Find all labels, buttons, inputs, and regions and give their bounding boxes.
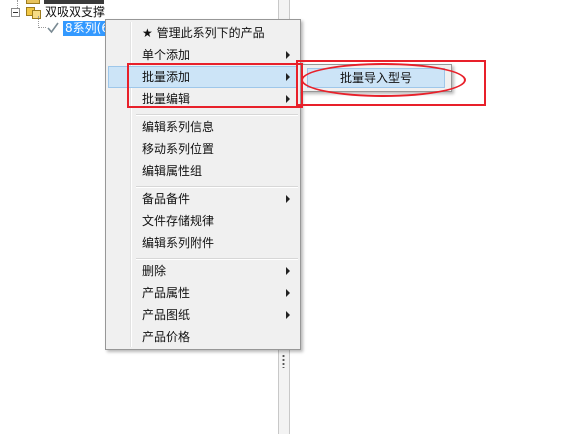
check-icon: [46, 21, 60, 35]
tree-node-parent[interactable]: 双吸双支撑: [11, 4, 105, 20]
menu-item-edit-attribute-group[interactable]: 编辑属性组: [108, 160, 298, 182]
menu-item-label: 移动系列位置: [142, 142, 215, 156]
menu-item-spare-parts[interactable]: 备品备件: [108, 188, 298, 210]
menu-item-label: 产品属性: [142, 286, 191, 300]
submenu-arrow-icon: [286, 51, 290, 59]
menu-item-label: 编辑系列信息: [142, 120, 215, 134]
tree-node-series-selected[interactable]: 8系列(6: [46, 20, 107, 36]
submenu-arrow-icon: [286, 289, 290, 297]
tree-guide-line: [38, 27, 46, 28]
menu-item-label: 删除: [142, 264, 167, 278]
menu-item-label: 文件存储规律: [142, 214, 215, 228]
menu-item-label: 备品备件: [142, 192, 191, 206]
menu-item-product-drawings[interactable]: 产品图纸: [108, 304, 298, 326]
annotation-highlight-box: [127, 63, 303, 108]
menu-item-label: 产品价格: [142, 330, 191, 344]
grip-icon[interactable]: [282, 354, 285, 368]
screenshot-page: 双吸双支撑 8系列(6 ★ 管理此系列下的产品 单个添加 批量添加 批量编辑 编…: [0, 0, 572, 434]
submenu-arrow-icon: [286, 195, 290, 203]
menu-item-label: 产品图纸: [142, 308, 191, 322]
menu-item-edit-series-attachments[interactable]: 编辑系列附件: [108, 232, 298, 254]
menu-item-manage-products[interactable]: ★ 管理此系列下的产品: [108, 22, 298, 44]
category-group-icon: [26, 5, 42, 19]
menu-item-product-price[interactable]: 产品价格: [108, 326, 298, 348]
menu-item-edit-series-info[interactable]: 编辑系列信息: [108, 116, 298, 138]
annotation-highlight-ellipse: [301, 63, 466, 97]
menu-item-label: ★ 管理此系列下的产品: [142, 26, 265, 40]
menu-item-product-attributes[interactable]: 产品属性: [108, 282, 298, 304]
menu-item-file-storage-rule[interactable]: 文件存储规律: [108, 210, 298, 232]
submenu-arrow-icon: [286, 267, 290, 275]
menu-item-label: 编辑属性组: [142, 164, 203, 178]
menu-item-move-series[interactable]: 移动系列位置: [108, 138, 298, 160]
menu-item-delete[interactable]: 删除: [108, 260, 298, 282]
menu-item-label: 编辑系列附件: [142, 236, 215, 250]
tree-node-parent-label: 双吸双支撑: [45, 5, 106, 19]
submenu-arrow-icon: [286, 311, 290, 319]
tree-node-series-label: 8系列(6: [63, 20, 107, 36]
collapse-icon[interactable]: [11, 7, 20, 17]
